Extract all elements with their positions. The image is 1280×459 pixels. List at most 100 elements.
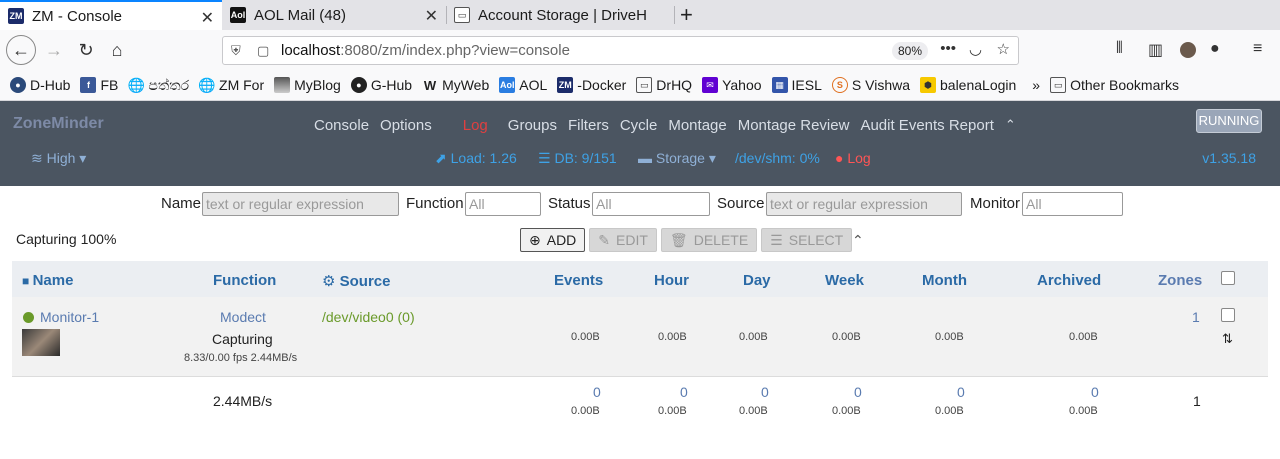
column-source[interactable]: ⚙ Source	[322, 272, 390, 290]
total-month-link[interactable]: 0	[957, 384, 965, 400]
reload-button[interactable]: ↻	[72, 36, 100, 64]
bookmark-label: පත්තර	[148, 76, 190, 93]
storage-dropdown[interactable]: ▬ Storage ▾	[638, 150, 716, 167]
menu-audit-events-report[interactable]: Audit Events Report	[860, 117, 993, 134]
close-icon[interactable]: ✕	[425, 6, 438, 26]
back-button[interactable]: ←	[6, 35, 36, 65]
tab-aol-mail[interactable]: Aol AOL Mail (48) ✕	[222, 0, 446, 30]
shield-icon[interactable]: ⛨	[231, 43, 247, 59]
bookmark-d-hub[interactable]: ● D-Hub	[10, 77, 70, 93]
menu-groups[interactable]: Groups	[508, 117, 557, 134]
star-icon[interactable]: ☆	[997, 40, 1010, 58]
menu-cycle[interactable]: Cycle	[620, 117, 658, 134]
week-size: 0.00B	[832, 331, 861, 343]
chevron-up-icon[interactable]: ⌃	[852, 232, 864, 249]
total-hour-link[interactable]: 0	[680, 384, 688, 400]
close-icon[interactable]: ✕	[201, 8, 214, 28]
name-filter-input[interactable]: text or regular expression	[202, 192, 399, 216]
menu-log[interactable]: Log	[463, 117, 488, 134]
bookmark-balenalogin[interactable]: ⬢ balenaLogin	[920, 77, 1016, 93]
source-filter-input[interactable]: text or regular expression	[766, 192, 962, 216]
bookmark-other[interactable]: ▭ Other Bookmarks	[1050, 77, 1179, 93]
monitor-thumbnail[interactable]	[22, 329, 60, 356]
chevron-up-icon[interactable]: ⌃	[1005, 117, 1016, 134]
new-tab-button[interactable]: +	[680, 2, 693, 28]
library-icon[interactable]: ⫴	[1116, 40, 1123, 58]
add-button[interactable]: ⊕ ADD	[520, 228, 586, 252]
menu-console[interactable]: Console	[314, 117, 369, 134]
menu-options[interactable]: Options	[380, 117, 432, 134]
function-filter-select[interactable]: All	[465, 192, 541, 216]
bookmark-drhq[interactable]: ▭ DrHQ	[636, 77, 692, 93]
total-archived-link[interactable]: 0	[1091, 384, 1099, 400]
zm-main-menu: Console Options Log Groups Filters Cycle…	[314, 117, 1027, 134]
bookmarks-overflow-icon[interactable]: »	[1032, 77, 1040, 93]
log-link[interactable]: ● Log	[835, 150, 871, 166]
bookmarks-bar: ● D-Hub f FB 🌐 පත්තර 🌐 ZM For MyBlog ● G-Hub …	[0, 70, 1280, 101]
bookmark-paththara[interactable]: 🌐 පත්තර	[128, 77, 189, 94]
total-month-size: 0.00B	[935, 405, 964, 417]
bookmark-myweb[interactable]: W MyWeb	[422, 77, 489, 93]
sidebar-icon[interactable]: ▥	[1148, 40, 1163, 60]
bookmark-iesl[interactable]: ▦ IESL	[771, 77, 822, 93]
menu-icon[interactable]: ≡	[1253, 40, 1262, 58]
iesl-icon: ▦	[771, 77, 788, 93]
home-button[interactable]: ⌂	[103, 36, 131, 64]
forward-button[interactable]: →	[40, 36, 68, 64]
bandwidth-dropdown[interactable]: ≋ High ▾	[31, 150, 86, 167]
error-icon: ●	[835, 150, 848, 166]
monitor-filter-select[interactable]: All	[1022, 192, 1123, 216]
total-bandwidth: 2.44MB/s	[213, 393, 273, 409]
bookmark-fb[interactable]: f FB	[80, 77, 118, 93]
bookmark-docker[interactable]: ZM -Docker	[557, 77, 626, 93]
select-button[interactable]: ☰ SELECT	[761, 228, 853, 252]
url-bar[interactable]: ⛨ ▢ localhost:8080/zm/index.php?view=con…	[222, 36, 1019, 65]
monitor-function-link[interactable]: Modect	[220, 309, 266, 325]
bookmark-aol[interactable]: Aol AOL	[499, 77, 547, 93]
menu-montage-review[interactable]: Montage Review	[738, 117, 850, 134]
status-filter-select[interactable]: All	[592, 192, 710, 216]
column-events[interactable]: Events	[554, 272, 603, 289]
column-name[interactable]: ■ Name	[22, 272, 73, 289]
monitor-source-link[interactable]: /dev/video0 (0)	[322, 309, 415, 325]
delete-button[interactable]: 🗑 DELETE	[660, 228, 758, 252]
bookmark-yahoo[interactable]: ✉ Yahoo	[702, 77, 762, 93]
account-avatar[interactable]	[1180, 42, 1196, 58]
edit-button[interactable]: ✎ EDIT	[589, 228, 657, 252]
more-icon[interactable]: •••	[940, 40, 956, 57]
column-zones[interactable]: Zones	[1158, 272, 1202, 289]
row-checkbox[interactable]	[1221, 308, 1235, 322]
column-day[interactable]: Day	[743, 272, 771, 289]
menu-montage[interactable]: Montage	[668, 117, 726, 134]
total-week-link[interactable]: 0	[854, 384, 862, 400]
sort-arrows-icon[interactable]: ⇅	[1222, 331, 1233, 347]
bookmark-zm-for[interactable]: 🌐 ZM For	[198, 77, 264, 94]
zoom-badge[interactable]: 80%	[891, 42, 928, 60]
column-month[interactable]: Month	[922, 272, 967, 289]
pocket-icon[interactable]: ◡	[969, 40, 982, 58]
tab-account-storage[interactable]: ▭ Account Storage | DriveH	[446, 0, 674, 30]
page-info-icon[interactable]: ▢	[257, 43, 273, 59]
column-week[interactable]: Week	[825, 272, 864, 289]
tab-zm-console[interactable]: ZM ZM - Console ✕	[0, 0, 222, 30]
github-icon: ●	[350, 77, 367, 93]
monitor-fps: 8.33/0.00 fps 2.44MB/s	[184, 352, 298, 364]
total-day-link[interactable]: 0	[761, 384, 769, 400]
select-all-checkbox[interactable]	[1221, 271, 1235, 285]
extension-icon[interactable]: ●	[1210, 40, 1220, 58]
column-function[interactable]: Function	[213, 272, 276, 289]
run-state-button[interactable]: RUNNING	[1196, 109, 1262, 133]
monitor-name-link[interactable]: Monitor-1	[40, 309, 99, 325]
bookmark-myblog[interactable]: MyBlog	[274, 77, 341, 93]
version-link[interactable]: v1.35.18	[1202, 150, 1256, 166]
bookmark-s-vishwa[interactable]: SS Vishwa	[831, 77, 910, 93]
menu-filters[interactable]: Filters	[568, 117, 609, 134]
url-text[interactable]: localhost:8080/zm/index.php?view=console	[281, 42, 570, 59]
bookmark-g-hub[interactable]: ● G-Hub	[350, 77, 412, 93]
column-archived[interactable]: Archived	[1037, 272, 1101, 289]
total-events-link[interactable]: 0	[593, 384, 601, 400]
column-hour[interactable]: Hour	[654, 272, 689, 289]
bookmark-label: D-Hub	[30, 77, 71, 93]
zones-link[interactable]: 1	[1192, 309, 1200, 325]
zm-brand[interactable]: ZoneMinder	[13, 115, 104, 133]
